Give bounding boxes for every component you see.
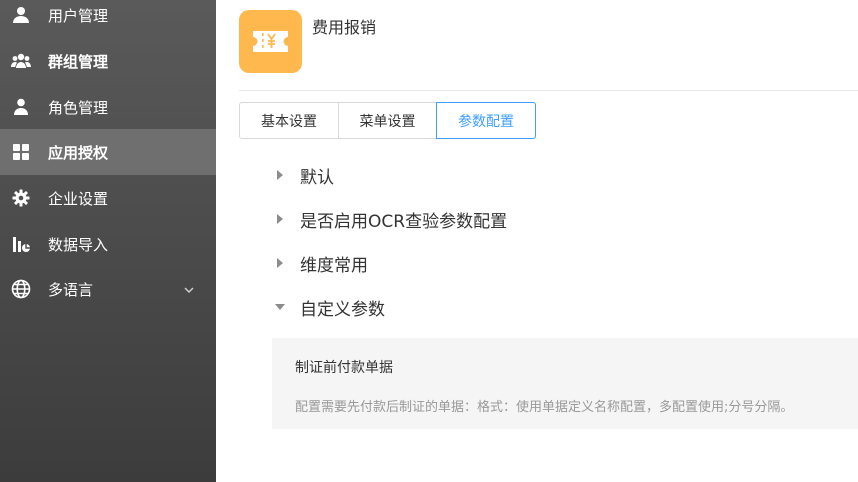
user-icon [11,5,31,25]
group-icon [11,51,31,71]
sidebar-item-label: 应用授权 [48,143,109,162]
tree-node-label: 维度常用 [300,255,368,276]
sidebar-item-label: 多语言 [48,280,94,299]
tab-param-config[interactable]: 参数配置 [436,102,536,139]
tree-node-label: 自定义参数 [300,299,385,320]
sidebar-item-groups[interactable]: 群组管理 [0,38,216,84]
sidebar: 用户管理 群组管理 角色管理 应用授权 企业设置 数据导入 多语言 [0,0,216,482]
globe-icon [11,279,31,299]
sidebar-item-enterprise[interactable]: 企业设置 [0,175,216,221]
tab-basic-settings[interactable]: 基本设置 [239,102,339,139]
tree-node-dimension[interactable]: 维度常用 [273,251,368,276]
tab-bar: 基本设置 菜单设置 参数配置 [239,102,536,139]
tree-node-label: 是否启用OCR查验参数配置 [300,211,508,232]
bar-chart-icon [11,234,31,254]
app-icon [239,10,302,73]
sidebar-item-label: 群组管理 [48,52,109,71]
ticket-yen-icon [239,31,302,77]
sidebar-item-label: 数据导入 [48,235,109,254]
tab-menu-settings[interactable]: 菜单设置 [338,102,437,139]
header-divider [239,90,858,91]
role-icon [11,97,31,117]
sidebar-item-users[interactable]: 用户管理 [0,0,216,38]
sidebar-item-label: 角色管理 [48,98,109,117]
chevron-down-icon[interactable] [182,282,196,296]
param-panel: 制证前付款单据 配置需要先付款后制证的单据：格式：使用单据定义名称配置，多配置使… [272,338,858,429]
sidebar-item-roles[interactable]: 角色管理 [0,84,216,130]
grid-icon [11,142,31,162]
sidebar-item-label: 企业设置 [48,189,109,208]
param-description: 配置需要先付款后制证的单据：格式：使用单据定义名称配置，多配置使用;分号分隔。 [295,400,794,415]
caret-right-icon [273,212,287,226]
caret-down-icon [273,300,287,314]
gear-icon [11,188,31,208]
tree-node-label: 默认 [300,167,334,188]
tree-node-default[interactable]: 默认 [273,163,334,188]
param-title: 制证前付款单据 [295,360,393,376]
caret-right-icon [273,256,287,270]
tree-node-ocr[interactable]: 是否启用OCR查验参数配置 [273,207,508,232]
sidebar-item-label: 用户管理 [48,6,109,25]
app-title: 费用报销 [312,18,377,37]
sidebar-item-data-import[interactable]: 数据导入 [0,221,216,267]
tree-node-custom-params[interactable]: 自定义参数 [273,295,385,320]
sidebar-item-app-auth[interactable]: 应用授权 [0,129,216,175]
sidebar-item-language[interactable]: 多语言 [0,266,216,312]
page: 用户管理 群组管理 角色管理 应用授权 企业设置 数据导入 多语言 费用报销 基… [0,0,858,482]
caret-right-icon [273,168,287,182]
